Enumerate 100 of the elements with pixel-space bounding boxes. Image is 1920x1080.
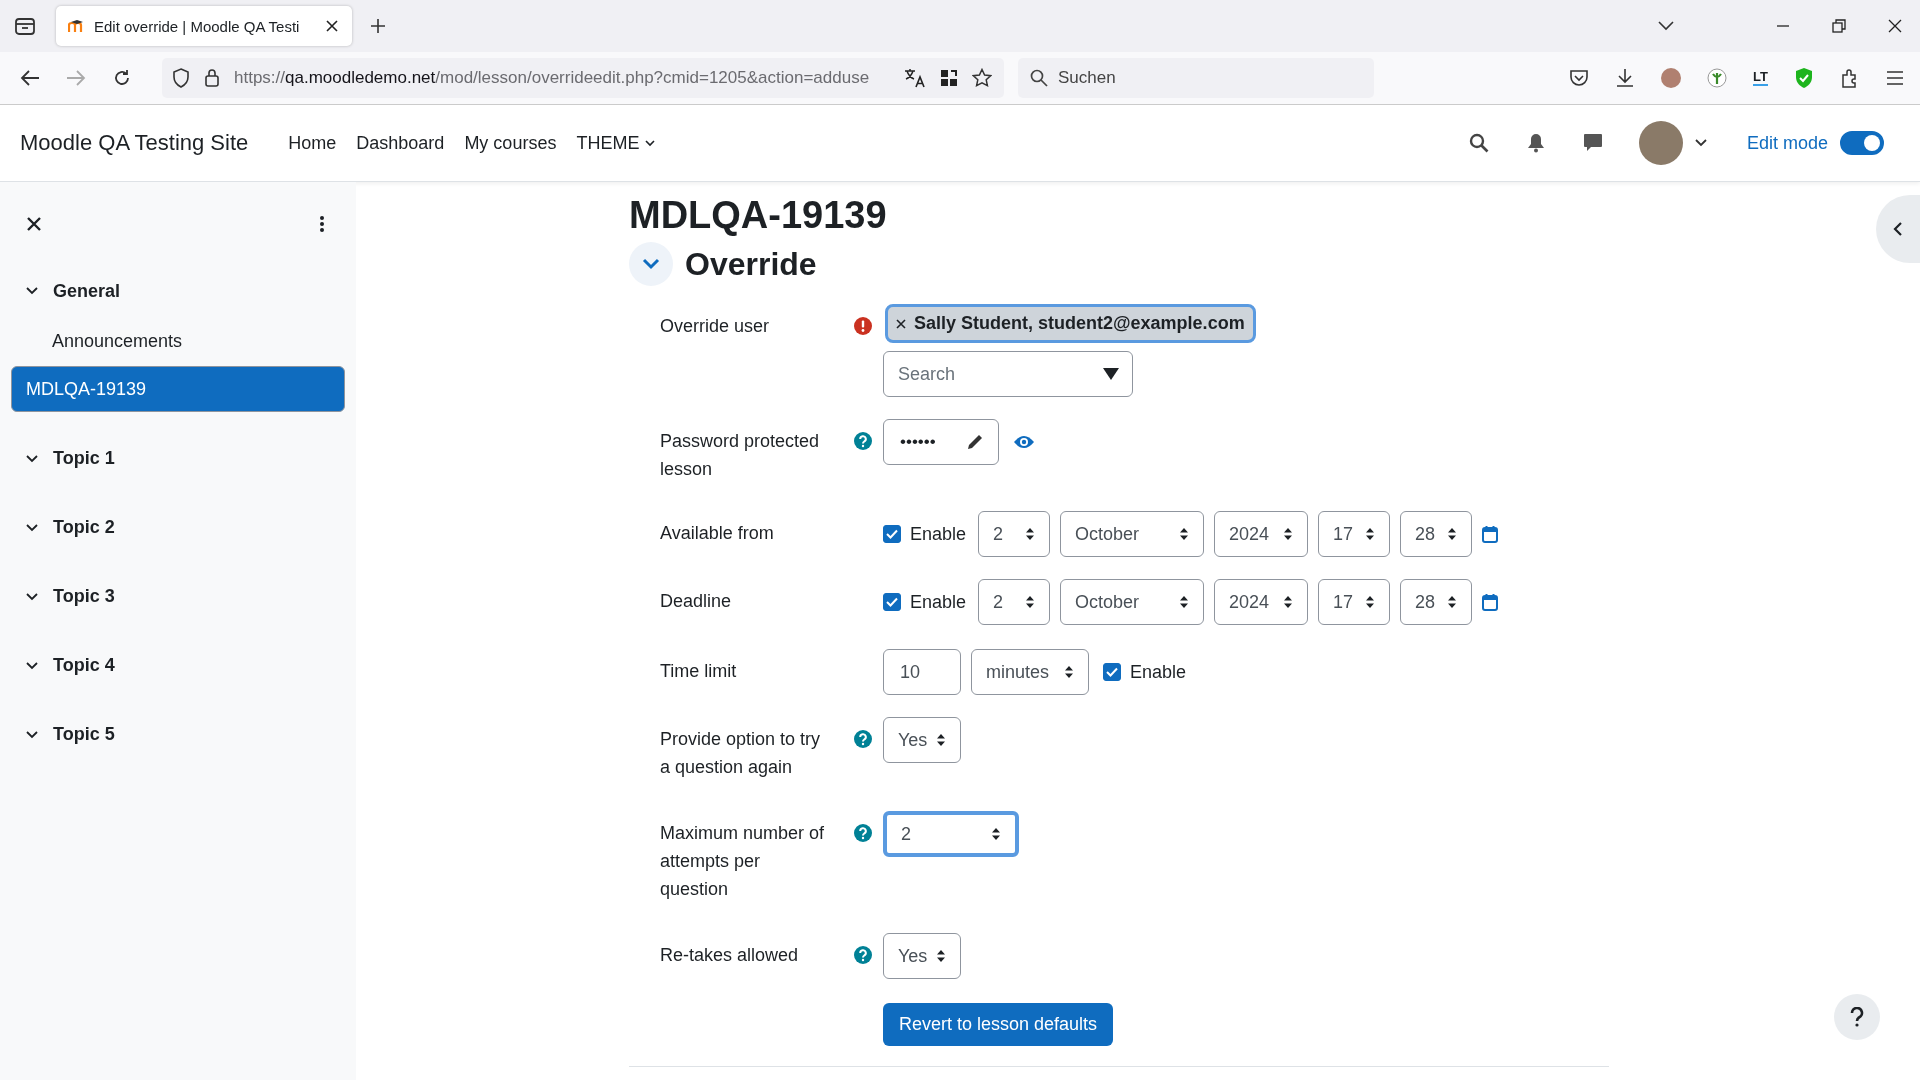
up-down-arrows-icon: [936, 949, 946, 963]
bell-icon[interactable]: [1526, 133, 1545, 153]
page-title: MDLQA-19139: [629, 193, 888, 238]
activity-link[interactable]: Announcements: [11, 316, 345, 366]
select-field[interactable]: 17: [1318, 511, 1391, 557]
activity-link[interactable]: MDLQA-19139: [11, 366, 345, 412]
section-link[interactable]: General: [53, 280, 121, 302]
checkbox-label: Enable: [910, 523, 967, 545]
select-field[interactable]: minutes: [971, 649, 1089, 695]
select-field[interactable]: Yes: [883, 717, 961, 763]
field-label: Password protected lesson: [660, 430, 821, 481]
back-arrow-icon[interactable]: [20, 69, 40, 87]
new-tab-icon[interactable]: [370, 18, 386, 34]
nav-link[interactable]: My courses: [464, 132, 557, 154]
checkbox-label: Enable: [910, 591, 967, 613]
address-bar[interactable]: https://qa.moodledemo.net/mod/lesson/overrideedit.php?cmid=1205&action=adduse: [162, 58, 1004, 98]
select-field[interactable]: October: [1060, 511, 1205, 557]
tab-list-icon[interactable]: [14, 16, 36, 36]
section-link[interactable]: Topic 2: [53, 517, 115, 538]
select-field[interactable]: 2024: [1214, 511, 1309, 557]
selected-user-tag[interactable]: Sally Student, student2@example.com: [885, 304, 1256, 343]
browser-tab[interactable]: Edit override | Moodle QA Testi: [56, 6, 352, 46]
chevron-down-icon[interactable]: [1694, 139, 1707, 147]
help-icon[interactable]: [854, 432, 872, 450]
edit-mode-toggle[interactable]: [1840, 131, 1884, 155]
select-field[interactable]: Yes: [883, 933, 961, 979]
site-name[interactable]: Moodle QA Testing Site: [20, 130, 249, 156]
dropdown-triangle-icon[interactable]: [1103, 367, 1119, 381]
translate-icon[interactable]: [904, 68, 926, 88]
enable-checkbox[interactable]: [1103, 663, 1121, 681]
lock-icon: [204, 68, 220, 88]
select-field[interactable]: 2: [978, 511, 1051, 557]
up-down-arrows-icon: [1179, 595, 1190, 609]
calendar-icon[interactable]: [1482, 525, 1499, 543]
select-field[interactable]: 2: [883, 811, 1019, 857]
select-field[interactable]: 2: [978, 579, 1051, 625]
restore-icon[interactable]: [1832, 19, 1846, 33]
nav-link[interactable]: THEME: [576, 132, 656, 154]
caret-icon[interactable]: [645, 139, 656, 147]
field-label: Re-takes allowed: [660, 944, 800, 967]
nav-link[interactable]: Home: [288, 132, 337, 154]
web-search-field[interactable]: Suchen: [1018, 58, 1374, 98]
select-field[interactable]: 28: [1400, 511, 1473, 557]
up-down-arrows-icon: [1179, 527, 1190, 541]
section-link[interactable]: Topic 1: [53, 448, 115, 469]
up-down-arrows-icon: [1025, 527, 1036, 541]
help-icon[interactable]: [854, 946, 872, 964]
search-icon[interactable]: [1468, 133, 1489, 153]
star-icon[interactable]: [972, 68, 992, 88]
up-down-arrows-icon: [1365, 595, 1376, 609]
profile-avatar-icon[interactable]: [1661, 68, 1682, 88]
up-down-arrows-icon: [1283, 595, 1294, 609]
help-button[interactable]: [1834, 994, 1880, 1040]
shield-icon: [172, 68, 190, 88]
number-field[interactable]: 10: [883, 649, 961, 695]
section-heading: Override: [685, 245, 817, 283]
up-down-arrows-icon: [1283, 527, 1294, 541]
select-field[interactable]: October: [1060, 579, 1205, 625]
question-mark-icon[interactable]: [1850, 1007, 1864, 1027]
menu-icon[interactable]: [1886, 70, 1904, 86]
revert-button[interactable]: Revert to lesson defaults: [883, 1003, 1114, 1046]
eye-icon[interactable]: [1013, 434, 1035, 450]
help-icon[interactable]: [854, 730, 872, 748]
nav-link[interactable]: Dashboard: [356, 132, 445, 154]
up-down-arrows-icon: [936, 733, 946, 747]
collapse-button[interactable]: [629, 242, 673, 286]
section-link[interactable]: Topic 4: [53, 655, 115, 676]
download-icon[interactable]: [1615, 68, 1636, 88]
section-link[interactable]: Topic 5: [53, 724, 115, 745]
section-link[interactable]: Topic 3: [53, 586, 115, 607]
chat-icon[interactable]: [1582, 133, 1603, 153]
user-avatar[interactable]: [1638, 121, 1683, 165]
select-field[interactable]: 2024: [1214, 579, 1309, 625]
close-icon[interactable]: [27, 217, 41, 231]
field-label: Time limit: [660, 660, 738, 683]
field-label: Maximum number of attempts per question: [660, 822, 826, 901]
calendar-icon[interactable]: [1482, 593, 1499, 611]
enable-checkbox[interactable]: [883, 525, 901, 543]
password-field[interactable]: ••••••: [883, 419, 999, 465]
search-field[interactable]: Search: [883, 351, 1133, 397]
shield-check-icon[interactable]: [1794, 67, 1814, 89]
field-label: Provide option to try a question again: [660, 728, 822, 779]
pocket-icon[interactable]: [1569, 69, 1590, 87]
enable-checkbox[interactable]: [883, 593, 901, 611]
kebab-menu-icon[interactable]: [319, 215, 325, 233]
close-window-icon[interactable]: [1888, 19, 1902, 33]
select-field[interactable]: 28: [1400, 579, 1473, 625]
chevron-down-icon[interactable]: [1658, 21, 1674, 31]
drawer-toggle-button[interactable]: [1876, 195, 1920, 263]
close-tab-icon[interactable]: [326, 20, 338, 32]
extension-icon[interactable]: [1707, 68, 1728, 88]
reload-icon[interactable]: [112, 68, 132, 88]
chevron-left-icon[interactable]: [1893, 221, 1903, 237]
up-down-arrows-icon: [991, 827, 1001, 841]
select-field[interactable]: 17: [1318, 579, 1391, 625]
pencil-icon[interactable]: [966, 433, 984, 451]
remove-icon[interactable]: [896, 318, 906, 329]
help-icon[interactable]: [854, 824, 872, 842]
qr-code-icon[interactable]: [940, 69, 958, 87]
up-down-arrows-icon: [1447, 595, 1458, 609]
